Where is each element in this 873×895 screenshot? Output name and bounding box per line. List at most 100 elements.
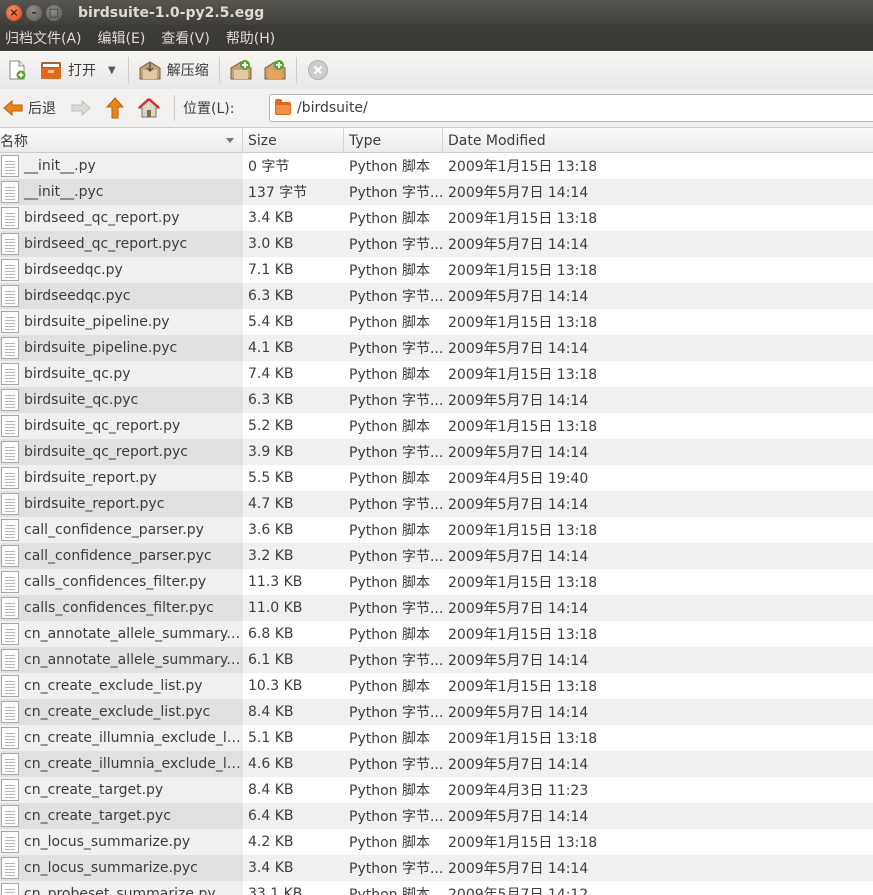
table-row[interactable]: birdsuite_qc.pyc 6.3 KB Python 字节... 2009年5… (0, 387, 873, 413)
text-file-icon (1, 701, 19, 723)
file-type: Python 脚本 (349, 263, 430, 279)
file-date-modified: 2009年5月7日 14:14 (448, 549, 589, 565)
add-files-icon (230, 59, 252, 81)
file-date-modified: 2009年5月7日 14:14 (448, 289, 589, 305)
file-date-modified: 2009年5月7日 14:14 (448, 757, 589, 773)
file-date-modified: 2009年5月7日 14:14 (448, 861, 589, 877)
table-row[interactable]: birdsuite_qc_report.pyc 3.9 KB Python 字节..… (0, 439, 873, 465)
file-date-modified: 2009年5月7日 14:14 (448, 341, 589, 357)
text-file-icon (1, 467, 19, 489)
table-row[interactable]: cn_annotate_allele_summary.... 6.8 KB Pyth… (0, 621, 873, 647)
file-name-cell: cn_annotate_allele_summary.... (0, 647, 243, 673)
add-folder-button[interactable] (260, 55, 290, 85)
home-button[interactable] (134, 93, 164, 123)
folder-icon (275, 98, 291, 115)
column-header-size[interactable]: Size (243, 128, 344, 153)
table-row[interactable]: cn_probeset_summarize.py 33.1 KB Python 脚本… (0, 881, 873, 895)
table-row[interactable]: birdsuite_pipeline.py 5.4 KB Python 脚本 2009… (0, 309, 873, 335)
file-date-modified: 2009年5月7日 14:14 (448, 497, 589, 513)
table-row[interactable]: cn_create_exclude_list.py 10.3 KB Python 脚… (0, 673, 873, 699)
add-files-button[interactable] (226, 55, 256, 85)
new-archive-button[interactable] (2, 55, 32, 85)
file-name-cell: __init__.py (0, 153, 243, 179)
file-name: birdsuite_pipeline.pyc (24, 340, 178, 356)
up-button[interactable] (100, 93, 130, 123)
file-size: 4.7 KB (248, 496, 294, 512)
table-row[interactable]: birdseed_qc_report.pyc 3.0 KB Python 字节...… (0, 231, 873, 257)
file-type: Python 脚本 (349, 159, 430, 175)
menu-view[interactable]: 查看(V) (154, 28, 217, 48)
extract-button[interactable]: 解压缩 (135, 55, 213, 85)
file-name: call_confidence_parser.pyc (24, 548, 212, 564)
file-type: Python 脚本 (349, 887, 430, 895)
table-row[interactable]: cn_create_exclude_list.pyc 8.4 KB Python 字… (0, 699, 873, 725)
table-row[interactable]: cn_annotate_allele_summary.... 6.1 KB Pyth… (0, 647, 873, 673)
table-row[interactable]: calls_confidences_filter.pyc 11.0 KB Pytho… (0, 595, 873, 621)
text-file-icon (1, 181, 19, 203)
file-name-cell: birdsuite_qc_report.py (0, 413, 243, 439)
table-row[interactable]: birdsuite_report.pyc 4.7 KB Python 字节... 20… (0, 491, 873, 517)
table-row[interactable]: cn_create_illumnia_exclude_li... 5.1 KB Py… (0, 725, 873, 751)
location-field[interactable]: /birdsuite/ (269, 94, 873, 122)
file-type: Python 字节... (349, 185, 443, 201)
open-dropdown-arrow[interactable]: ▼ (108, 65, 116, 76)
stop-button[interactable] (303, 55, 333, 85)
text-file-icon (1, 805, 19, 827)
maximize-window-button[interactable]: □ (46, 4, 62, 21)
table-row[interactable]: birdsuite_report.py 5.5 KB Python 脚本 2009年4… (0, 465, 873, 491)
file-size: 5.2 KB (248, 418, 294, 434)
column-date-label: Date Modified (448, 132, 546, 149)
table-row[interactable]: __init__.py 0 字节 Python 脚本 2009年1月15日 13:18 (0, 153, 873, 179)
maximize-icon: □ (48, 6, 60, 19)
table-row[interactable]: birdseedqc.pyc 6.3 KB Python 字节... 2009年5月7… (0, 283, 873, 309)
table-row[interactable]: call_confidence_parser.py 3.6 KB Python 脚本… (0, 517, 873, 543)
table-row[interactable]: __init__.pyc 137 字节 Python 字节... 2009年5月7日 … (0, 179, 873, 205)
toolbar: 打开 ▼ 解压缩 (0, 51, 873, 89)
table-row[interactable]: birdsuite_pipeline.pyc 4.1 KB Python 字节...… (0, 335, 873, 361)
file-name: birdsuite_qc_report.py (24, 418, 181, 434)
minimize-window-button[interactable]: – (26, 4, 42, 21)
table-row[interactable]: birdseed_qc_report.py 3.4 KB Python 脚本 2009… (0, 205, 873, 231)
file-name-cell: birdsuite_qc_report.pyc (0, 439, 243, 465)
menu-archive[interactable]: 归档文件(A) (2, 28, 89, 48)
table-row[interactable]: cn_create_target.py 8.4 KB Python 脚本 2009年4… (0, 777, 873, 803)
table-row[interactable]: call_confidence_parser.pyc 3.2 KB Python 字… (0, 543, 873, 569)
table-row[interactable]: cn_locus_summarize.py 4.2 KB Python 脚本 2009… (0, 829, 873, 855)
back-button[interactable]: 后退 (0, 93, 60, 123)
file-size: 4.1 KB (248, 340, 294, 356)
file-date-modified: 2009年1月15日 13:18 (448, 731, 598, 747)
file-name-cell: call_confidence_parser.pyc (0, 543, 243, 569)
table-row[interactable]: cn_locus_summarize.pyc 3.4 KB Python 字节...… (0, 855, 873, 881)
file-list: 名称 Size Type Date Modified __init__.py 0 … (0, 127, 873, 895)
back-arrow-icon (2, 97, 24, 119)
table-row[interactable]: calls_confidences_filter.py 11.3 KB Python… (0, 569, 873, 595)
column-header-name[interactable]: 名称 (0, 128, 243, 153)
table-row[interactable]: birdseedqc.py 7.1 KB Python 脚本 2009年1月15日 1… (0, 257, 873, 283)
close-window-button[interactable]: × (6, 4, 22, 21)
file-type: Python 脚本 (349, 575, 430, 591)
file-type: Python 脚本 (349, 315, 430, 331)
menu-edit[interactable]: 编辑(E) (91, 28, 153, 48)
file-name-cell: cn_create_exclude_list.pyc (0, 699, 243, 725)
file-size: 6.4 KB (248, 808, 294, 824)
table-row[interactable]: cn_create_illumnia_exclude_li... 4.6 KB Py… (0, 751, 873, 777)
file-name-cell: birdsuite_report.py (0, 465, 243, 491)
file-type: Python 脚本 (349, 211, 430, 227)
text-file-icon (1, 675, 19, 697)
minimize-icon: – (31, 6, 37, 19)
table-row[interactable]: cn_create_target.pyc 6.4 KB Python 字节... 20… (0, 803, 873, 829)
open-button[interactable]: 打开 (36, 55, 100, 85)
forward-button[interactable] (66, 93, 96, 123)
file-name: cn_annotate_allele_summary.... (24, 652, 242, 668)
table-row[interactable]: birdsuite_qc_report.py 5.2 KB Python 脚本 200… (0, 413, 873, 439)
file-name: __init__.py (24, 158, 96, 174)
file-name-cell: birdseed_qc_report.pyc (0, 231, 243, 257)
column-header-date[interactable]: Date Modified (443, 128, 873, 153)
location-bar: 后退 位置(L): /birdsuite/ (0, 89, 873, 127)
file-date-modified: 2009年5月7日 14:14 (448, 601, 589, 617)
table-row[interactable]: birdsuite_qc.py 7.4 KB Python 脚本 2009年1月15日… (0, 361, 873, 387)
menu-help[interactable]: 帮助(H) (219, 28, 282, 48)
file-size: 6.3 KB (248, 392, 294, 408)
file-name: cn_locus_summarize.pyc (24, 860, 198, 876)
column-header-type[interactable]: Type (344, 128, 443, 153)
